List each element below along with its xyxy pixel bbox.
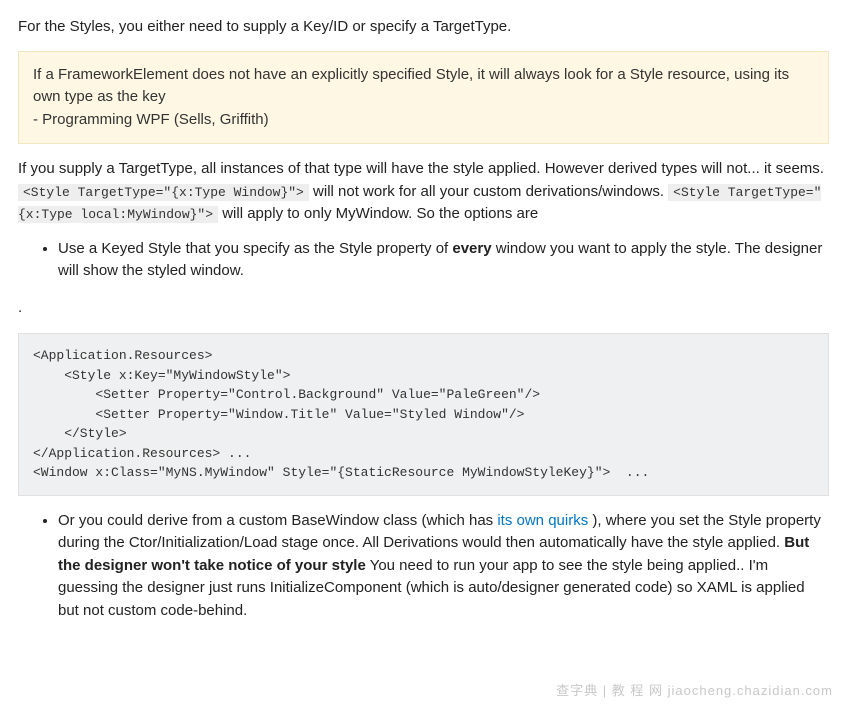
intro-paragraph: For the Styles, you either need to suppl… — [18, 16, 829, 39]
text-segment: If you supply a TargetType, all instance… — [18, 160, 824, 177]
own-quirks-link[interactable]: its own quirks — [497, 512, 588, 529]
watermark: 查字典 | 教 程 网 jiaocheng.chazidian.com — [556, 681, 833, 701]
text-segment: Or you could derive from a custom BaseWi… — [58, 512, 497, 529]
dot-separator: . — [18, 297, 829, 320]
xaml-code-block: <Application.Resources> <Style x:Key="My… — [18, 333, 829, 496]
options-list-1: Use a Keyed Style that you specify as th… — [18, 238, 829, 283]
quote-line2: - Programming WPF (Sells, Griffith) — [33, 111, 269, 128]
options-list-2: Or you could derive from a custom BaseWi… — [18, 510, 829, 623]
quote-block: If a FrameworkElement does not have an e… — [18, 51, 829, 145]
inline-code-style-window: <Style TargetType="{x:Type Window}"> — [18, 184, 309, 201]
text-segment: will apply to only MyWindow. So the opti… — [222, 205, 538, 222]
list-item: Or you could derive from a custom BaseWi… — [58, 510, 829, 623]
targettype-paragraph: If you supply a TargetType, all instance… — [18, 158, 829, 226]
quote-line1: If a FrameworkElement does not have an e… — [33, 66, 789, 106]
text-segment: Use a Keyed Style that you specify as th… — [58, 240, 452, 257]
emphasis-every: every — [452, 240, 491, 257]
list-item: Use a Keyed Style that you specify as th… — [58, 238, 829, 283]
text-segment: will not work for all your custom deriva… — [313, 183, 668, 200]
